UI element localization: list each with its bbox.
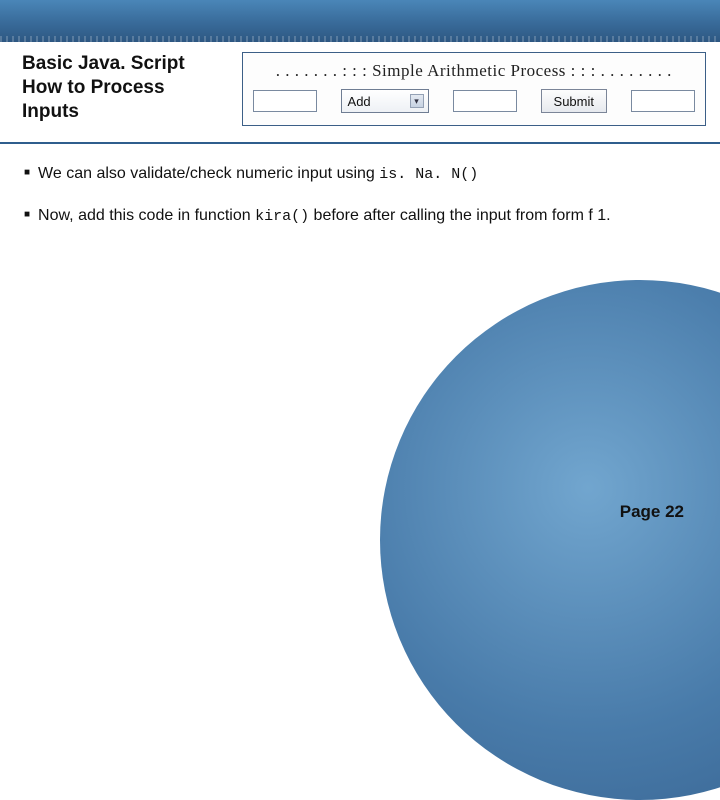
slide-title: Basic Java. Script How to Process Inputs xyxy=(22,52,224,123)
bullet-1-text: We can also validate/check numeric input… xyxy=(38,162,478,186)
top-gradient-band xyxy=(0,0,720,42)
chevron-down-icon: ▾ xyxy=(410,94,424,108)
submit-button[interactable]: Submit xyxy=(541,89,607,113)
decorative-corner-arc xyxy=(380,280,720,800)
bullet-square-icon: ■ xyxy=(24,162,30,186)
operation-select[interactable]: Add ▾ xyxy=(341,89,429,113)
form-controls-row: Add ▾ Submit xyxy=(253,89,695,113)
title-line-2: How to Process Inputs xyxy=(22,77,165,122)
operation-select-value: Add xyxy=(348,94,371,109)
bullet-1-code: is. Na. N() xyxy=(379,166,478,183)
bullet-2-text: Now, add this code in function kira() be… xyxy=(38,204,611,228)
bullet-1: ■ We can also validate/check numeric inp… xyxy=(24,162,696,186)
slide-body: ■ We can also validate/check numeric inp… xyxy=(0,144,720,228)
title-line-1: Basic Java. Script xyxy=(22,53,185,74)
operand-b-input[interactable] xyxy=(453,90,517,112)
bullet-2-code: kira() xyxy=(255,208,309,225)
form-caption: . . . . . . . : : : Simple Arithmetic Pr… xyxy=(276,61,672,81)
bullet-2-post: before after calling the input from form… xyxy=(309,207,610,224)
page-number: Page 22 xyxy=(620,502,684,522)
bullet-1-pre: We can also validate/check numeric input… xyxy=(38,165,379,182)
bullet-square-icon: ■ xyxy=(24,204,30,228)
title-block: Basic Java. Script How to Process Inputs xyxy=(22,52,224,123)
header-row: Basic Java. Script How to Process Inputs… xyxy=(0,42,720,136)
arithmetic-form-panel: . . . . . . . : : : Simple Arithmetic Pr… xyxy=(242,52,706,126)
result-input[interactable] xyxy=(631,90,695,112)
operand-a-input[interactable] xyxy=(253,90,317,112)
bullet-2: ■ Now, add this code in function kira() … xyxy=(24,204,696,228)
bullet-2-pre: Now, add this code in function xyxy=(38,207,255,224)
